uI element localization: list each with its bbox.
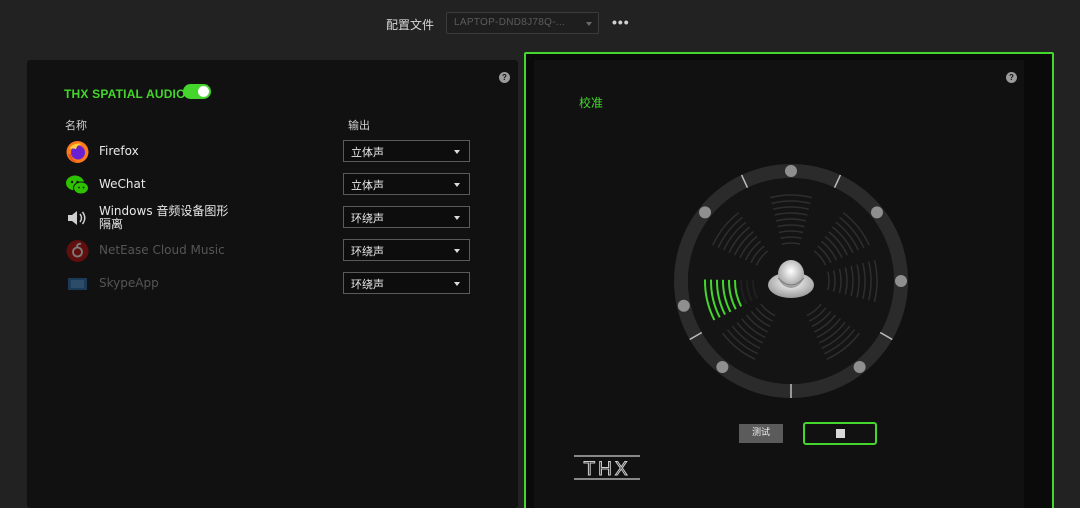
output-select-wechat[interactable]: 立体声 bbox=[343, 173, 470, 195]
top-bar: 配置文件 LAPTOP-DND8J78Q-... ••• bbox=[0, 0, 1080, 48]
app-row-netease: NetEase Cloud Music 环绕声 bbox=[65, 239, 485, 263]
profile-label: 配置文件 bbox=[386, 18, 435, 32]
app-row-wechat: WeChat 立体声 bbox=[65, 173, 485, 197]
app-row-skype: SkypeApp 环绕声 bbox=[65, 272, 485, 296]
spatial-audio-panel: ? THX SPATIAL AUDIO 名称 输出 Firefox 立体声 We… bbox=[27, 60, 518, 508]
spatial-audio-title: THX SPATIAL AUDIO bbox=[64, 87, 186, 101]
output-value: 立体声 bbox=[351, 179, 384, 192]
app-name: SkypeApp bbox=[99, 276, 159, 290]
app-name: Firefox bbox=[99, 144, 139, 158]
speaker-icon bbox=[65, 206, 90, 230]
chevron-down-icon bbox=[454, 183, 460, 187]
speaker-point[interactable] bbox=[716, 360, 729, 373]
output-select-netease[interactable]: 环绕声 bbox=[343, 239, 470, 261]
wechat-icon bbox=[65, 173, 90, 197]
skype-icon bbox=[65, 272, 90, 296]
app-row-windows-audio: Windows 音频设备图形隔离 环绕声 bbox=[65, 204, 485, 231]
speaker-point[interactable] bbox=[699, 206, 712, 219]
netease-music-icon bbox=[65, 239, 90, 263]
spatial-audio-toggle[interactable] bbox=[183, 84, 211, 99]
chevron-down-icon bbox=[586, 22, 592, 26]
speaker-point[interactable] bbox=[785, 165, 797, 177]
output-select-skype[interactable]: 环绕声 bbox=[343, 272, 470, 294]
speaker-point[interactable] bbox=[677, 299, 690, 312]
firefox-icon bbox=[65, 140, 90, 164]
thx-logo: THX bbox=[574, 455, 640, 481]
speaker-point[interactable] bbox=[895, 275, 907, 287]
chevron-down-icon bbox=[454, 249, 460, 253]
help-icon[interactable]: ? bbox=[499, 72, 510, 83]
stop-button[interactable] bbox=[803, 422, 877, 445]
chevron-down-icon bbox=[454, 282, 460, 286]
speaker-point[interactable] bbox=[853, 360, 866, 373]
toggle-knob bbox=[198, 86, 209, 97]
column-header-output: 输出 bbox=[348, 119, 370, 132]
test-button[interactable]: 测试 bbox=[739, 424, 783, 443]
profile-dropdown[interactable]: LAPTOP-DND8J78Q-... bbox=[446, 12, 599, 34]
more-options-icon[interactable]: ••• bbox=[612, 14, 630, 30]
chevron-down-icon bbox=[454, 216, 460, 220]
output-select-windows-audio[interactable]: 环绕声 bbox=[343, 206, 470, 228]
speaker-dial bbox=[674, 164, 908, 398]
profile-value: LAPTOP-DND8J78Q-... bbox=[454, 17, 566, 28]
stop-icon bbox=[836, 429, 845, 438]
output-select-firefox[interactable]: 立体声 bbox=[343, 140, 470, 162]
app-name: Windows 音频设备图形隔离 bbox=[99, 204, 229, 231]
app-name: NetEase Cloud Music bbox=[99, 243, 225, 257]
app-name: WeChat bbox=[99, 177, 146, 191]
output-value: 环绕声 bbox=[351, 245, 384, 258]
column-header-name: 名称 bbox=[65, 119, 87, 132]
thx-logo-text: THX bbox=[584, 459, 631, 480]
speaker-point[interactable] bbox=[870, 206, 883, 219]
output-value: 环绕声 bbox=[351, 278, 384, 291]
app-row-firefox: Firefox 立体声 bbox=[65, 140, 485, 164]
calibration-panel: ? 校准 测试 THX bbox=[524, 52, 1054, 508]
output-value: 立体声 bbox=[351, 146, 384, 159]
help-icon[interactable]: ? bbox=[1006, 72, 1017, 83]
output-value: 环绕声 bbox=[351, 212, 384, 225]
calibration-content: ? 校准 测试 THX bbox=[534, 60, 1024, 508]
calibration-title: 校准 bbox=[579, 96, 604, 110]
chevron-down-icon bbox=[454, 150, 460, 154]
